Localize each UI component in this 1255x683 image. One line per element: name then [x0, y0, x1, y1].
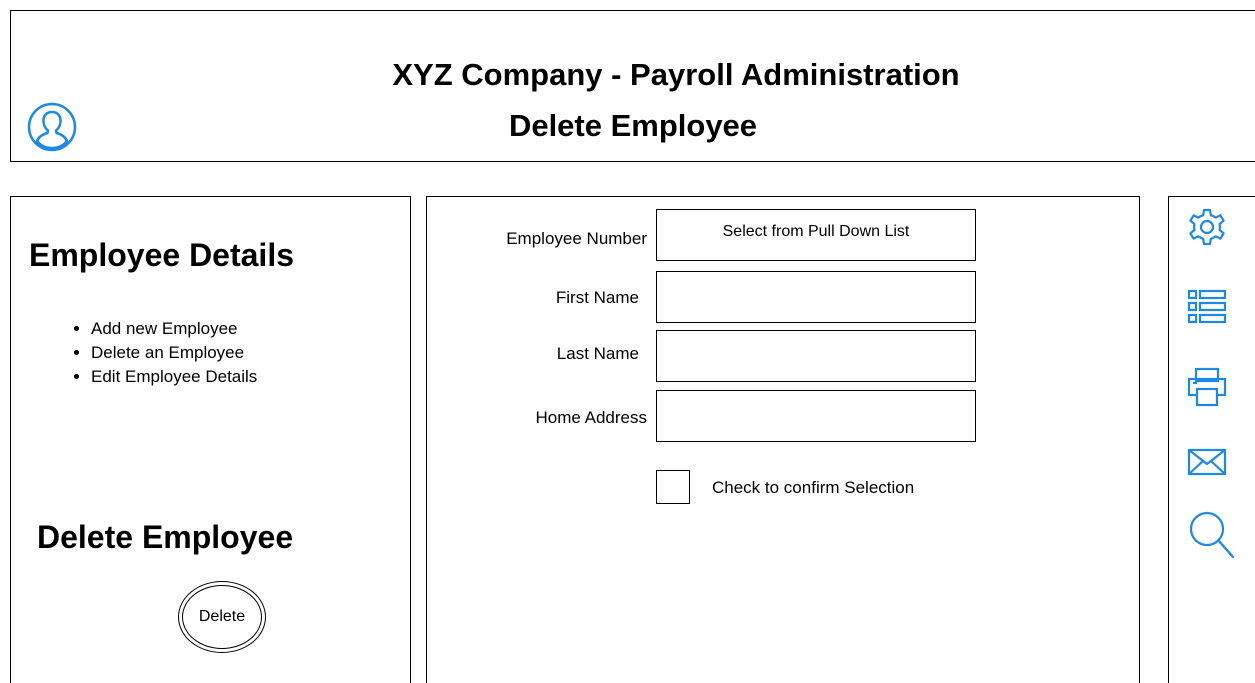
last-name-input[interactable] — [656, 330, 976, 382]
employee-form-panel: Employee Number Select from Pull Down Li… — [426, 196, 1140, 683]
page: XYZ Company - Payroll Administration Del… — [0, 0, 1255, 683]
confirm-selection-checkbox[interactable] — [656, 470, 690, 504]
employee-details-heading: Employee Details — [29, 237, 294, 273]
last-name-label: Last Name — [556, 344, 639, 363]
first-name-label: First Name — [555, 288, 639, 307]
header: XYZ Company - Payroll Administration Del… — [10, 10, 1255, 162]
search-icon[interactable] — [1187, 509, 1235, 559]
employee-number-select[interactable]: Select from Pull Down List — [656, 209, 976, 261]
gear-icon[interactable] — [1187, 207, 1227, 247]
home-address-label: Home Address — [535, 408, 648, 427]
page-title: XYZ Company - Payroll Administration — [392, 57, 960, 92]
employee-number-label: Employee Number — [506, 229, 647, 248]
confirm-selection-label: Check to confirm Selection — [712, 478, 915, 497]
nav-item-delete-employee[interactable]: Delete an Employee — [91, 341, 257, 365]
first-name-input[interactable] — [656, 271, 976, 323]
employee-details-panel: Employee Details Add new Employee Delete… — [10, 196, 411, 683]
right-toolbar — [1168, 196, 1255, 683]
mail-icon[interactable] — [1187, 442, 1227, 482]
list-icon[interactable] — [1187, 287, 1227, 327]
delete-employee-heading: Delete Employee — [37, 519, 294, 555]
page-subtitle: Delete Employee — [508, 108, 758, 143]
printer-icon[interactable] — [1187, 367, 1227, 407]
nav-item-edit-employee[interactable]: Edit Employee Details — [91, 365, 257, 389]
nav-item-add-employee[interactable]: Add new Employee — [91, 317, 257, 341]
delete-button[interactable]: Delete — [178, 581, 266, 653]
home-address-input[interactable] — [656, 390, 976, 442]
delete-button-label: Delete — [182, 585, 262, 649]
employee-actions-list: Add new Employee Delete an Employee Edit… — [55, 317, 257, 389]
